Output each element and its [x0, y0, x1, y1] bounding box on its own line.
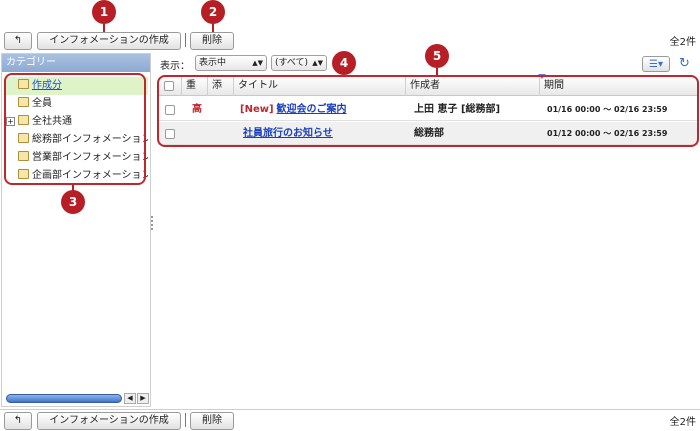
callout-1: 1	[92, 0, 116, 24]
delete-button[interactable]: 削除	[190, 32, 234, 50]
back-arrow-icon: ↰	[13, 415, 23, 426]
status-select-value: 表示中	[199, 58, 227, 68]
top-toolbar: ↰ インフォメーションの作成 削除 全2件	[0, 30, 700, 52]
callout-3: 3	[61, 190, 85, 214]
scroll-left-icon[interactable]: ◀	[124, 393, 136, 404]
list-menu-icon: ☰▾	[649, 59, 663, 70]
status-select[interactable]: 表示中 ▲▼	[195, 55, 267, 71]
create-information-button[interactable]: インフォメーションの作成	[37, 32, 181, 50]
callout-4: 4	[332, 51, 356, 75]
create-information-button-bottom[interactable]: インフォメーションの作成	[37, 412, 181, 430]
item-count-bottom: 全2件	[669, 417, 696, 428]
callout-2: 2	[201, 0, 225, 24]
refresh-button[interactable]: ↻	[679, 56, 693, 72]
select-spinner-icon: ▲▼	[252, 59, 263, 67]
toolbar-separator	[185, 413, 186, 427]
callout-3-highlight	[4, 73, 146, 185]
back-button[interactable]: ↰	[4, 32, 32, 50]
filter-label: 表示：	[160, 61, 190, 72]
toolbar-separator	[185, 33, 186, 47]
back-arrow-icon: ↰	[13, 35, 23, 46]
sidebar-header: カテゴリー	[2, 54, 150, 72]
delete-button-bottom[interactable]: 削除	[190, 412, 234, 430]
callout-5: 5	[425, 44, 449, 68]
back-button-bottom[interactable]: ↰	[4, 412, 32, 430]
refresh-icon: ↻	[679, 56, 690, 71]
scroll-right-icon[interactable]: ▶	[137, 393, 149, 404]
scrollbar-thumb[interactable]	[6, 394, 122, 403]
callout-5-highlight	[157, 75, 699, 147]
select-spinner-icon: ▲▼	[312, 59, 323, 67]
scope-select[interactable]: (すべて) ▲▼	[271, 55, 327, 71]
pane-splitter-handle[interactable]	[150, 214, 154, 236]
bottom-toolbar: ↰ インフォメーションの作成 削除 全2件	[0, 409, 700, 431]
sidebar-horizontal-scrollbar[interactable]: ◀ ▶	[4, 393, 150, 404]
display-settings-button[interactable]: ☰▾	[642, 56, 670, 72]
scope-select-value: (すべて)	[275, 58, 309, 68]
item-count: 全2件	[669, 37, 696, 48]
